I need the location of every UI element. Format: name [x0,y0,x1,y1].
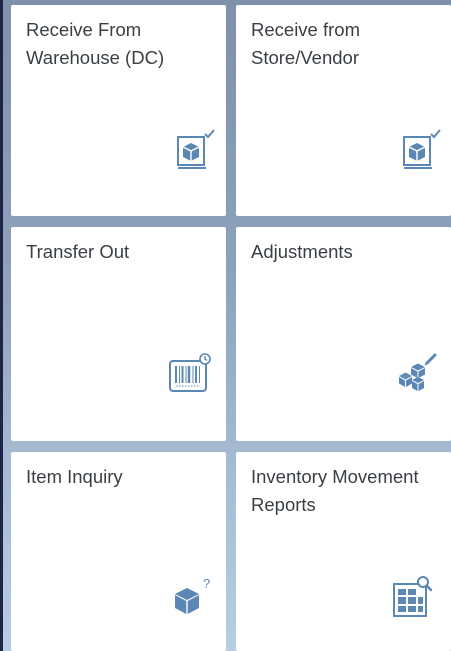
report-search-icon [390,574,436,620]
tile-label: Adjustments [251,241,353,262]
tile-receive-from-store-vendor[interactable]: Receive from Store/Vendor [236,5,451,216]
tile-inventory-movement-reports[interactable]: Inventory Movement Reports [236,452,451,651]
tile-receive-from-warehouse[interactable]: Receive From Warehouse (DC) [11,5,226,216]
tile-adjustments[interactable]: Adjustments [236,227,451,441]
cubes-edit-icon [393,351,439,397]
barcode-transfer-icon [167,351,213,397]
receive-box-check-icon [398,127,444,173]
tile-label: Item Inquiry [26,466,123,487]
box-question-icon: ? [169,574,215,620]
receive-box-check-icon [172,127,218,173]
tile-transfer-out[interactable]: Transfer Out [11,227,226,441]
tile-label: Inventory Movement Reports [251,466,419,515]
tile-label: Receive From Warehouse (DC) [26,19,165,68]
tile-label: Transfer Out [26,241,130,262]
tile-label: Receive from Store/Vendor [251,19,360,68]
svg-text:?: ? [203,576,210,591]
tile-item-inquiry[interactable]: Item Inquiry ? [11,452,226,651]
